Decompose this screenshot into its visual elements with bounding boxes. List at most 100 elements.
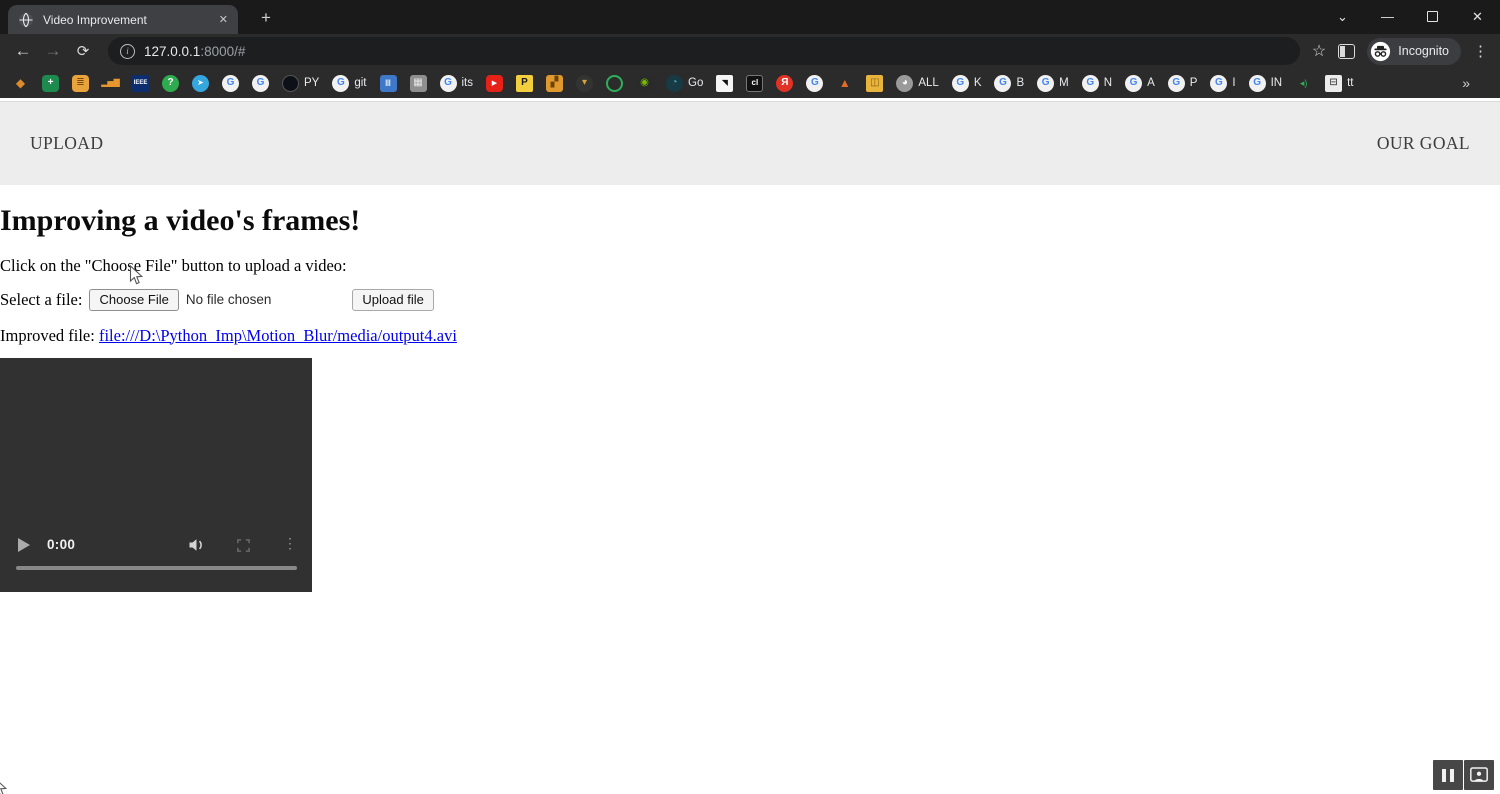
bookmark-item[interactable]: ◕ ALL [896, 74, 939, 92]
bookmark-item[interactable]: ▂▅▇ [101, 75, 119, 92]
browser-window: Video Improvement ✕ + ⌄ — ✕ ← → ⟳ i 127.… [0, 0, 1500, 794]
site-navbar: UPLOAD OUR GOAL [0, 101, 1500, 185]
bookmark-item[interactable]: ◆ [12, 75, 29, 92]
bookmark-item[interactable]: G I [1210, 74, 1236, 92]
sheets-icon: + [42, 74, 59, 92]
bookmark-item[interactable]: ◂) [1295, 75, 1312, 92]
volume-green-icon: ◂) [1299, 77, 1308, 88]
improved-file-label: Improved file: [0, 325, 95, 345]
bookmark-item[interactable]: G IN [1248, 74, 1282, 92]
pause-icon [1442, 768, 1454, 782]
bookmark-item[interactable]: ▞ [546, 74, 563, 92]
bookmark-label: ALL [918, 77, 939, 89]
instruction-text: Click on the "Choose File" button to upl… [0, 256, 347, 275]
window-restore-button[interactable] [1410, 0, 1455, 33]
bookmark-item[interactable] [606, 74, 623, 92]
github-icon [282, 74, 299, 92]
toolbar-right: ☆ Incognito ⋮ [1312, 37, 1490, 65]
overlay-pip-button[interactable] [1464, 760, 1494, 790]
incognito-icon [1371, 41, 1391, 61]
site-info-icon[interactable]: i [120, 43, 135, 59]
bookmark-item[interactable]: ? [162, 74, 179, 92]
bookmark-item[interactable]: ◫ [866, 74, 884, 92]
bookmark-item[interactable]: G M [1037, 74, 1069, 92]
google-icon: G [1167, 74, 1185, 92]
nav-link-upload[interactable]: UPLOAD [30, 133, 103, 154]
bookmark-item[interactable]: G git [332, 74, 367, 92]
bookmark-item[interactable]: + [42, 74, 59, 92]
bookmark-item[interactable]: IEEE [132, 74, 149, 92]
picture-in-picture-icon [1470, 767, 1488, 782]
forward-button[interactable]: → [40, 38, 66, 64]
bookmark-item[interactable]: G [806, 74, 824, 92]
bookmarks-list: ◆ + ≣ ▂▅▇ IEEE ? ➤ G G PY G git Ⅲ ▦ G it… [12, 74, 1450, 92]
bookmark-item[interactable]: G [252, 74, 269, 92]
video-player[interactable]: 0:00 ⋮ [0, 357, 312, 592]
bookmark-label: N [1103, 77, 1113, 89]
bookmark-item[interactable]: G [222, 74, 239, 92]
bookmark-label: PY [304, 77, 320, 89]
bookmark-star-icon[interactable]: ☆ [1312, 41, 1326, 61]
video-more-options-icon[interactable]: ⋮ [283, 535, 297, 552]
bookmark-item[interactable]: ⊟ tt [1325, 74, 1354, 92]
browser-toolbar: ← → ⟳ i 127.0.0.1:8000/# ☆ Incognito ⋮ [0, 34, 1500, 68]
bookmark-label: P [1189, 77, 1198, 89]
video-fullscreen-icon[interactable] [236, 538, 251, 553]
bookmark-item[interactable]: G K [951, 74, 981, 92]
bookmark-item[interactable]: ▶ [486, 74, 503, 92]
new-tab-button[interactable]: + [255, 7, 277, 29]
bookmark-item[interactable]: PY [282, 74, 320, 92]
bookmark-label: tt [1347, 77, 1354, 89]
tab-close-icon[interactable]: ✕ [219, 13, 228, 26]
bookmarks-overflow-chevron[interactable]: » [1462, 75, 1470, 91]
upload-file-button[interactable]: Upload file [352, 289, 434, 311]
bookmark-item[interactable]: G P [1167, 74, 1198, 92]
google-icon: G [1210, 74, 1228, 92]
bookmark-item[interactable]: ➤ [192, 74, 209, 92]
matlab-icon: ▲ [838, 76, 851, 90]
browser-tab[interactable]: Video Improvement ✕ [8, 5, 238, 34]
bookmark-item[interactable]: ◔ Go [666, 74, 703, 92]
swirl-icon: ◔ [666, 74, 683, 92]
bookmark-item[interactable]: G N [1081, 74, 1113, 92]
bookmark-label: git [354, 77, 367, 89]
reload-button[interactable]: ⟳ [70, 38, 96, 64]
bookmark-item[interactable]: G B [994, 74, 1024, 92]
bookmark-item[interactable]: G A [1125, 74, 1155, 92]
bookmark-label: I [1232, 77, 1236, 89]
bookmark-item[interactable]: ◉ [636, 74, 653, 92]
back-button[interactable]: ← [10, 38, 36, 64]
bookmark-item[interactable]: ▲ [836, 75, 853, 92]
video-volume-icon[interactable] [188, 537, 205, 553]
bookmark-item[interactable]: Ⅲ [379, 74, 397, 92]
bus-icon: ⊟ [1325, 74, 1343, 92]
bookmark-item[interactable]: G its [439, 74, 473, 92]
page-content: UPLOAD OUR GOAL Improving a video's fram… [0, 98, 1500, 794]
bookmark-item[interactable]: ▦ [409, 74, 427, 92]
window-minimize-button[interactable]: — [1365, 0, 1410, 33]
bookmark-item[interactable]: P [516, 74, 533, 92]
bookmark-item[interactable]: cl [746, 74, 764, 92]
nav-link-our-goal[interactable]: OUR GOAL [1377, 133, 1470, 154]
side-panel-icon[interactable] [1338, 43, 1356, 59]
bookmark-item[interactable]: ▾ [576, 74, 593, 92]
video-progress-bar[interactable] [16, 565, 297, 570]
bookmark-item[interactable]: Я [776, 74, 794, 92]
bookmark-item[interactable]: ◥ [716, 74, 734, 92]
yandex-icon: Я [776, 74, 794, 92]
tab-strip: Video Improvement ✕ + ⌄ — ✕ [0, 0, 1500, 34]
address-bar[interactable]: i 127.0.0.1:8000/# [108, 37, 1300, 65]
video-play-icon[interactable] [18, 537, 30, 552]
overlay-pause-button[interactable] [1433, 760, 1463, 790]
tab-search-chevron-icon[interactable]: ⌄ [1320, 0, 1365, 33]
url-host: 127.0.0.1 [144, 43, 201, 59]
google-icon: G [1081, 74, 1099, 92]
window-close-button[interactable]: ✕ [1455, 0, 1500, 33]
browser-menu-icon[interactable]: ⋮ [1473, 42, 1488, 60]
choose-file-button[interactable]: Choose File [89, 289, 179, 311]
bookmark-item[interactable]: ≣ [72, 74, 89, 92]
google-icon: G [951, 74, 969, 92]
youtube-icon: ▶ [486, 74, 503, 92]
improved-file-link[interactable]: file:///D:\Python_Imp\Motion_Blur/media/… [99, 326, 457, 345]
bookmark-label: A [1147, 77, 1155, 89]
